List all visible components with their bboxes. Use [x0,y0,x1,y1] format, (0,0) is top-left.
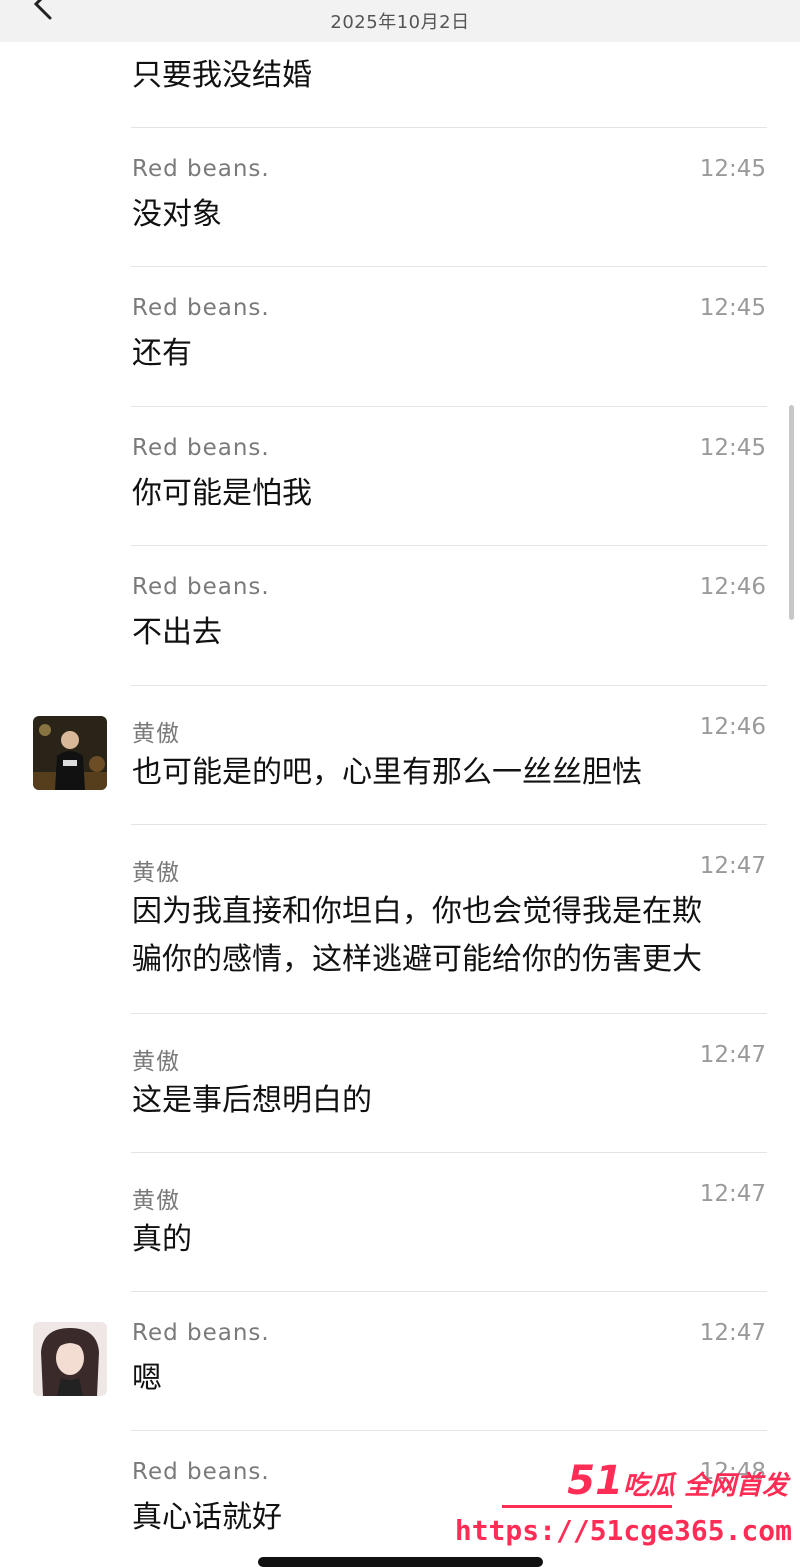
message-text: 还有 [132,336,192,371]
top-bar: 2025年10月2日 [0,0,800,42]
message-text: 真心话就好 [132,1500,282,1535]
message-time: 12:47 [699,1181,766,1207]
list-item[interactable]: Red beans. 12:45 还有 [0,267,800,406]
message-text: 真的 [132,1222,192,1257]
message-text: 因为我直接和你坦白，你也会觉得我是在欺 骗你的感情，这样逃避可能给你的伤害更大 [132,894,702,977]
list-item[interactable]: Red beans. 12:47 嗯 [0,1292,800,1431]
sender-name: Red beans. [132,156,270,182]
message-time: 12:47 [699,853,766,879]
message-text: 你可能是怕我 [132,476,312,511]
sender-name: 黄傲 [132,1188,180,1214]
list-item[interactable]: Red beans. 12:45 你可能是怕我 [0,407,800,546]
sender-name: Red beans. [132,435,270,461]
message-time: 12:45 [699,156,766,182]
sender-name: Red beans. [132,1320,270,1346]
back-arrow-icon[interactable] [28,0,58,20]
watermark-underline [502,1505,672,1508]
scrollbar[interactable] [789,405,794,620]
list-item[interactable]: Red beans. 12:45 没对象 [0,128,800,267]
message-text: 也可能是的吧，心里有那么一丝丝胆怯 [132,755,642,790]
message-text: 没对象 [132,197,222,232]
message-text: 只要我没结婚 [132,58,312,93]
avatar[interactable] [33,1322,107,1396]
list-item[interactable]: Red beans. 12:46 不出去 [0,546,800,685]
message-time: 12:47 [699,1042,766,1068]
message-time: 12:47 [699,1320,766,1346]
message-time: 12:45 [699,295,766,321]
sender-name: 黄傲 [132,1049,180,1075]
list-item[interactable]: 黄傲 12:47 因为我直接和你坦白，你也会觉得我是在欺 骗你的感情，这样逃避可… [0,825,800,1013]
message-text: 不出去 [132,615,222,650]
list-item[interactable]: 黄傲 12:47 这是事后想明白的 [0,1014,800,1153]
message-text: 嗯 [132,1361,162,1396]
message-time: 12:45 [699,435,766,461]
watermark-url: https://51cge365.com [454,1514,792,1547]
sender-name: Red beans. [132,574,270,600]
list-item[interactable]: 只要我没结婚 [0,42,800,128]
list-item[interactable]: 黄傲 12:46 也可能是的吧，心里有那么一丝丝胆怯 [0,686,800,825]
sender-name: 黄傲 [132,860,180,886]
watermark-slogan: 51吃瓜 全网首发 [567,1458,788,1504]
list-item[interactable]: 黄傲 12:47 真的 [0,1153,800,1292]
message-time: 12:46 [699,714,766,740]
sender-name: 黄傲 [132,721,180,747]
sender-name: Red beans. [132,1459,270,1485]
chat-date-title: 2025年10月2日 [330,12,470,33]
message-text: 这是事后想明白的 [132,1083,372,1118]
sender-name: Red beans. [132,295,270,321]
message-time: 12:46 [699,574,766,600]
watermark: 51吃瓜 全网首发 https://51cge365.com [455,1458,792,1558]
avatar[interactable] [33,716,107,790]
